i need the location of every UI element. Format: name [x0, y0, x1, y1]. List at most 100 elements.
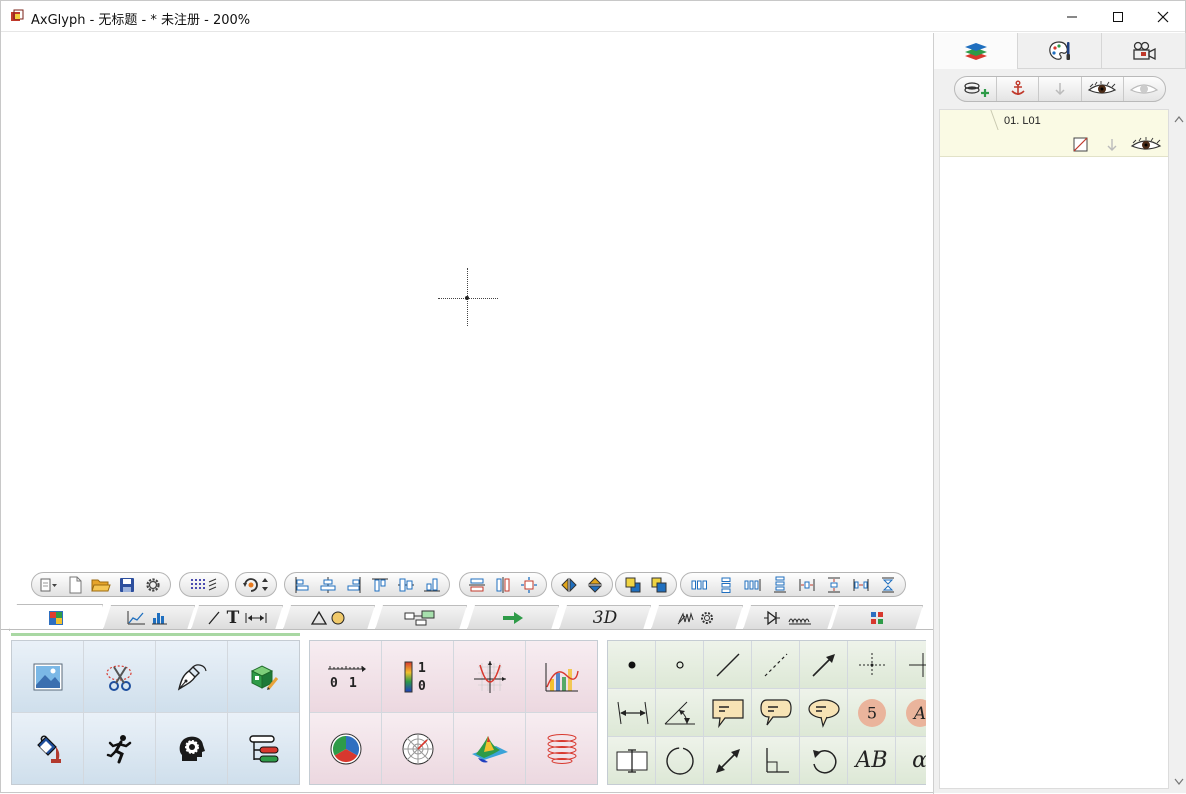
layer-row[interactable]: 01. L01: [940, 110, 1168, 157]
animation-tool[interactable]: [84, 713, 155, 784]
tab-physics[interactable]: [651, 605, 743, 630]
dot-tool[interactable]: [608, 641, 655, 688]
insert-image-tool[interactable]: [12, 641, 83, 712]
rotate-arc-tool[interactable]: [800, 737, 847, 784]
move-layer-down-button[interactable]: [1039, 77, 1082, 101]
crosshair-tool[interactable]: [848, 641, 895, 688]
callout-rect-tool[interactable]: [704, 689, 751, 736]
tab-charts[interactable]: [103, 605, 195, 630]
distribute-v-button[interactable]: [712, 574, 739, 596]
callout-ellipse-tool[interactable]: [800, 689, 847, 736]
colorbar-tool[interactable]: 1 0: [382, 641, 453, 712]
distribute-v2-button[interactable]: [766, 574, 793, 596]
dashed-line-tool[interactable]: [752, 641, 799, 688]
helix-icon: [547, 733, 576, 764]
circle-tool[interactable]: [656, 737, 703, 784]
space-h2-button[interactable]: [847, 574, 874, 596]
tab-layers[interactable]: [934, 33, 1018, 69]
tab-shapes[interactable]: [283, 605, 375, 630]
small-circle-tool[interactable]: [656, 641, 703, 688]
layer-no-fill-icon[interactable]: [1073, 137, 1088, 152]
flip-vertical-button[interactable]: [582, 574, 608, 596]
pen-tool[interactable]: [156, 641, 227, 712]
maximize-button[interactable]: [1095, 1, 1141, 32]
axis-tool[interactable]: 0 1: [310, 641, 381, 712]
align-bottom-button[interactable]: [419, 574, 445, 596]
polar-chart-tool[interactable]: [382, 713, 453, 784]
add-layer-button[interactable]: [955, 77, 998, 101]
anchor-layer-button[interactable]: [997, 77, 1040, 101]
right-angle-tool[interactable]: [752, 737, 799, 784]
tab-lines-text[interactable]: T: [191, 605, 283, 630]
scroll-down-icon[interactable]: [1174, 778, 1184, 786]
tab-arrows[interactable]: [467, 605, 559, 630]
helix-tool[interactable]: [526, 713, 597, 784]
save-button[interactable]: [114, 574, 140, 596]
tab-animation[interactable]: [1102, 33, 1186, 69]
callout-round-tool[interactable]: [752, 689, 799, 736]
layer-visible-eye-icon[interactable]: [1130, 137, 1162, 152]
send-back-button[interactable]: [646, 574, 672, 596]
align-middle-button[interactable]: [393, 574, 419, 596]
arrow-line-tool[interactable]: [800, 641, 847, 688]
corner-cross-tool[interactable]: [896, 641, 926, 688]
eye-icon: [1088, 81, 1117, 94]
tab-circuit[interactable]: [743, 605, 835, 630]
settings-button[interactable]: [140, 574, 166, 596]
open-button[interactable]: [88, 574, 114, 596]
space-h-button[interactable]: [793, 574, 820, 596]
letter-circle-tool[interactable]: A: [896, 689, 926, 736]
line-tool[interactable]: [704, 641, 751, 688]
text-tool[interactable]: AB: [848, 737, 895, 784]
space-v2-button[interactable]: [874, 574, 901, 596]
hierarchy-tool[interactable]: [228, 713, 299, 784]
tab-flowchart[interactable]: [375, 605, 467, 630]
same-size-button[interactable]: [516, 574, 542, 596]
shape-palette: 5 A AB α: [607, 640, 926, 785]
tab-3d[interactable]: 3D: [559, 605, 651, 630]
new-document-button[interactable]: [62, 574, 88, 596]
dimension-tool[interactable]: [608, 689, 655, 736]
drawing-canvas[interactable]: [2, 33, 933, 563]
align-top-button[interactable]: [367, 574, 393, 596]
more-category-icon: [869, 610, 885, 626]
double-arrow-tool[interactable]: [704, 737, 751, 784]
same-height-button[interactable]: [490, 574, 516, 596]
flip-horizontal-button[interactable]: [556, 574, 582, 596]
area-chart-tool[interactable]: [526, 641, 597, 712]
clip-image-tool[interactable]: [84, 641, 155, 712]
greek-text-tool[interactable]: α: [896, 737, 926, 784]
3d-edit-tool[interactable]: [228, 641, 299, 712]
function-graph-tool[interactable]: [454, 641, 525, 712]
rotate-button[interactable]: [240, 574, 272, 596]
align-center-button[interactable]: [315, 574, 341, 596]
angle-tool[interactable]: [656, 689, 703, 736]
tab-style[interactable]: [1018, 33, 1102, 69]
fill-tool[interactable]: [12, 713, 83, 784]
text-box-tool[interactable]: [608, 737, 655, 784]
space-v-button[interactable]: [820, 574, 847, 596]
show-layer-button[interactable]: [1082, 77, 1124, 101]
minimize-button[interactable]: [1049, 1, 1095, 32]
hide-layer-button[interactable]: [1124, 77, 1165, 101]
align-right-button[interactable]: [341, 574, 367, 596]
align-left-icon: [295, 576, 309, 593]
tab-more[interactable]: [831, 605, 923, 630]
smart-tool[interactable]: [156, 713, 227, 784]
distribute-h-button[interactable]: [685, 574, 712, 596]
numbered-circle-tool[interactable]: 5: [848, 689, 895, 736]
close-button[interactable]: [1140, 1, 1186, 32]
bring-front-button[interactable]: [620, 574, 646, 596]
tab-images[interactable]: [9, 604, 103, 631]
layer-down-arrow-icon[interactable]: [1105, 137, 1119, 152]
new-menu-button[interactable]: [36, 574, 62, 596]
surface-3d-tool[interactable]: [454, 713, 525, 784]
axis-number-1: 1: [349, 676, 357, 691]
numbered-circle-icon: 5: [857, 698, 886, 727]
distribute-h2-button[interactable]: [739, 574, 766, 596]
grid-button[interactable]: [184, 574, 224, 596]
scroll-up-icon[interactable]: [1174, 115, 1184, 123]
pie-chart-tool[interactable]: [310, 713, 381, 784]
same-width-button[interactable]: [464, 574, 490, 596]
align-left-button[interactable]: [289, 574, 315, 596]
